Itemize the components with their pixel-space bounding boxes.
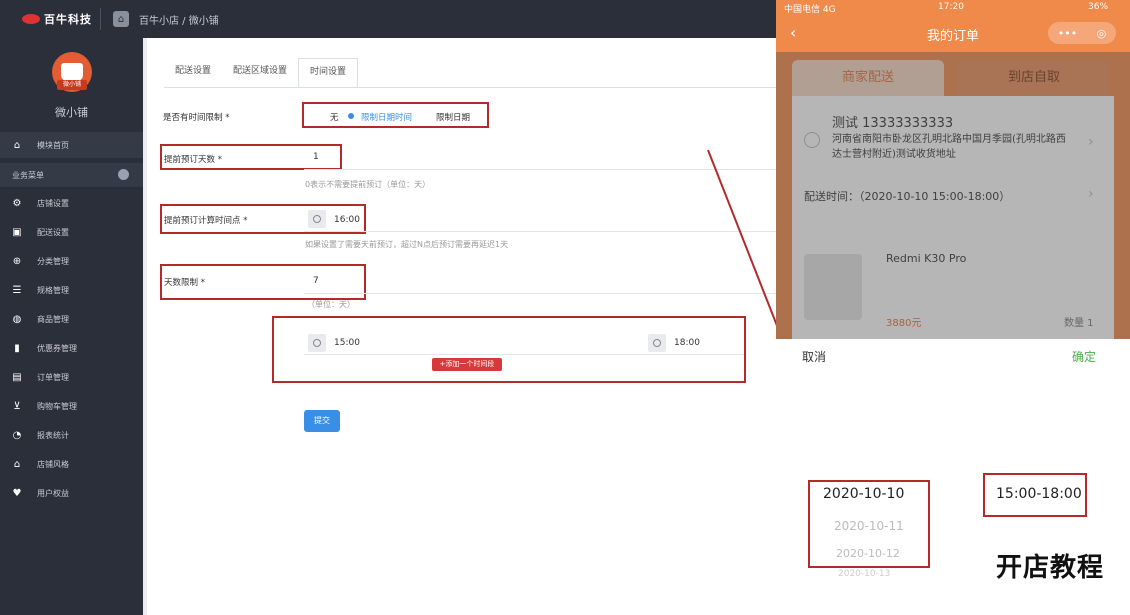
tutorial-caption: 开店教程 — [996, 553, 1105, 583]
home-icon: ⌂ — [13, 458, 21, 470]
top-bar: 百牛科技 ⌂ 百牛小店 / 微小铺 — [0, 0, 776, 38]
brand-logo[interactable]: 百牛科技 — [0, 11, 100, 27]
calc-point-label: 提前预订计算时间点 * — [164, 216, 248, 226]
radio-option-none[interactable]: 无 — [330, 111, 339, 123]
sidebar-item-orders[interactable]: ▤ 订单管理 — [0, 364, 143, 390]
sidebar-item-label: 订单管理 — [37, 372, 69, 382]
mini-program-capsule[interactable]: ••• ◎ — [1048, 22, 1116, 44]
sidebar-item-label: 规格管理 — [37, 285, 69, 295]
clock-icon — [308, 210, 326, 228]
close-target-icon[interactable]: ◎ — [1097, 27, 1107, 40]
bookmark-icon: ▮ — [14, 342, 20, 354]
tab-bar: 配送设置 配送区域设置 时间设置 — [164, 58, 359, 88]
pie-icon: ◔ — [12, 429, 22, 441]
modal-overlay[interactable] — [776, 52, 1130, 339]
sidebar-item-reports[interactable]: ◔ 报表统计 — [0, 422, 143, 448]
settings-card: 配送设置 配送区域设置 时间设置 是否有时间限制 * 无 限制日期时间 限制日期… — [147, 38, 776, 615]
avatar-tag: 微小铺 — [57, 80, 87, 90]
phone-panel: 中国电信 4G 17:20 36% ‹ 我的订单 ••• ◎ 商家配送 到店自取… — [776, 0, 1130, 615]
highlight-box — [808, 480, 930, 568]
submit-button[interactable]: 提交 — [304, 410, 340, 432]
day-limit-label: 天数限制 * — [164, 278, 205, 288]
breadcrumb[interactable]: 百牛小店 / 微小铺 — [139, 12, 219, 27]
clock-icon — [308, 334, 326, 352]
globe-icon: ◍ — [12, 313, 22, 325]
picker-cancel-button[interactable]: 取消 — [802, 348, 826, 365]
sidebar-item-label: 优惠券管理 — [37, 343, 77, 353]
highlight-box — [983, 473, 1087, 517]
home-icon: ⌂ — [13, 139, 21, 151]
calc-point-value: 16:00 — [334, 215, 360, 225]
sidebar-item-store-style[interactable]: ⌂ 店铺风格 — [0, 451, 143, 477]
tab-delivery-area[interactable]: 配送区域设置 — [222, 58, 298, 88]
sidebar-group-label: 业务菜单 — [12, 170, 44, 180]
radio-option-date[interactable]: 限制日期 — [436, 111, 470, 123]
heart-icon: ♥ — [12, 487, 22, 499]
battery-text: 36% — [1088, 2, 1109, 12]
sidebar-item-specs[interactable]: ☰ 规格管理 — [0, 277, 143, 303]
tab-underline — [164, 87, 776, 88]
status-bar: 中国电信 4G 17:20 36% — [776, 0, 1130, 16]
radio-option-datetime[interactable]: 限制日期时间 — [361, 111, 412, 123]
radio-selected-icon — [348, 113, 354, 119]
sidebar-item-label: 配送设置 — [37, 227, 69, 237]
sidebar-item-products[interactable]: ◍ 商品管理 — [0, 306, 143, 332]
sidebar-item-delivery-settings[interactable]: ▣ 配送设置 — [0, 219, 143, 245]
main-panel: 配送设置 配送区域设置 时间设置 是否有时间限制 * 无 限制日期时间 限制日期… — [143, 38, 776, 615]
gear-icon: ⚙ — [12, 197, 22, 209]
sidebar-item-label: 店铺风格 — [37, 459, 69, 469]
sidebar-item-user-benefits[interactable]: ♥ 用户权益 — [0, 480, 143, 506]
home-icon[interactable]: ⌂ — [113, 11, 129, 27]
time-limit-label: 是否有时间限制 * — [163, 113, 230, 123]
sidebar-item-categories[interactable]: ⊕ 分类管理 — [0, 248, 143, 274]
sidebar-item-coupons[interactable]: ▮ 优惠券管理 — [0, 335, 143, 361]
screenshot-root: 百牛科技 ⌂ 百牛小店 / 微小铺 微小铺 微小铺 ⌂ 模块首页 业务菜单 ⚙ … — [0, 0, 1130, 615]
slot-end-value: 18:00 — [674, 338, 700, 348]
tab-time-settings[interactable]: 时间设置 — [298, 58, 359, 88]
day-limit-value: 7 — [313, 276, 319, 286]
sidebar-group-header[interactable]: 业务菜单 — [0, 163, 143, 187]
grid-icon: ⊕ — [12, 255, 22, 267]
sidebar-item-store-settings[interactable]: ⚙ 店铺设置 — [0, 190, 143, 216]
sidebar-item-label: 店铺设置 — [37, 198, 69, 208]
slot-start-value: 15:00 — [334, 338, 360, 348]
clock-icon — [648, 334, 666, 352]
document-icon: ▤ — [12, 371, 22, 383]
phone-header: ‹ 我的订单 ••• ◎ — [776, 16, 1130, 52]
sidebar-item-label: 用户权益 — [37, 488, 69, 498]
date-time-picker: 取消 确定 2020-10-10 2020-10-11 2020-10-12 2… — [776, 339, 1130, 615]
sidebar-item-home[interactable]: ⌂ 模块首页 — [0, 132, 143, 158]
picker-confirm-button[interactable]: 确定 — [1072, 348, 1096, 365]
logo-text: 百牛科技 — [44, 13, 92, 26]
add-slot-button[interactable]: +添加一个时间段 — [432, 358, 502, 371]
logo-mark-icon — [22, 14, 40, 24]
day-limit-hint: （单位：天） — [307, 300, 355, 309]
advance-days-hint: 0表示不需要提前预订（单位：天） — [305, 180, 431, 189]
calc-point-hint: 如果设置了需要天前预订，超过N点后预订需要再延迟1天 — [305, 240, 509, 249]
shopping-bag-icon — [61, 63, 83, 81]
sidebar-item-label: 商品管理 — [37, 314, 69, 324]
shop-name: 微小铺 — [55, 106, 88, 119]
tab-delivery-settings[interactable]: 配送设置 — [164, 58, 222, 88]
truck-icon: ▣ — [12, 226, 22, 238]
collapse-toggle-icon[interactable] — [118, 169, 129, 180]
sidebar-item-label: 模块首页 — [37, 140, 69, 150]
sidebar: 微小铺 微小铺 ⌂ 模块首页 业务菜单 ⚙ 店铺设置 ▣ 配送设置 ⊕ 分类管理… — [0, 38, 143, 615]
sidebar-item-label: 购物车管理 — [37, 401, 77, 411]
cart-icon: ⊻ — [13, 400, 21, 412]
list-icon: ☰ — [12, 284, 22, 296]
advance-days-label: 提前预订天数 * — [164, 155, 222, 165]
carrier-text: 中国电信 4G — [784, 5, 836, 15]
more-icon[interactable]: ••• — [1058, 27, 1077, 40]
sidebar-item-label: 分类管理 — [37, 256, 69, 266]
sidebar-item-cart[interactable]: ⊻ 购物车管理 — [0, 393, 143, 419]
picker-date-option[interactable]: 2020-10-13 — [838, 569, 890, 579]
advance-days-value: 1 — [313, 152, 319, 162]
status-clock: 17:20 — [938, 2, 964, 12]
sidebar-item-label: 报表统计 — [37, 430, 69, 440]
top-divider — [100, 8, 101, 30]
